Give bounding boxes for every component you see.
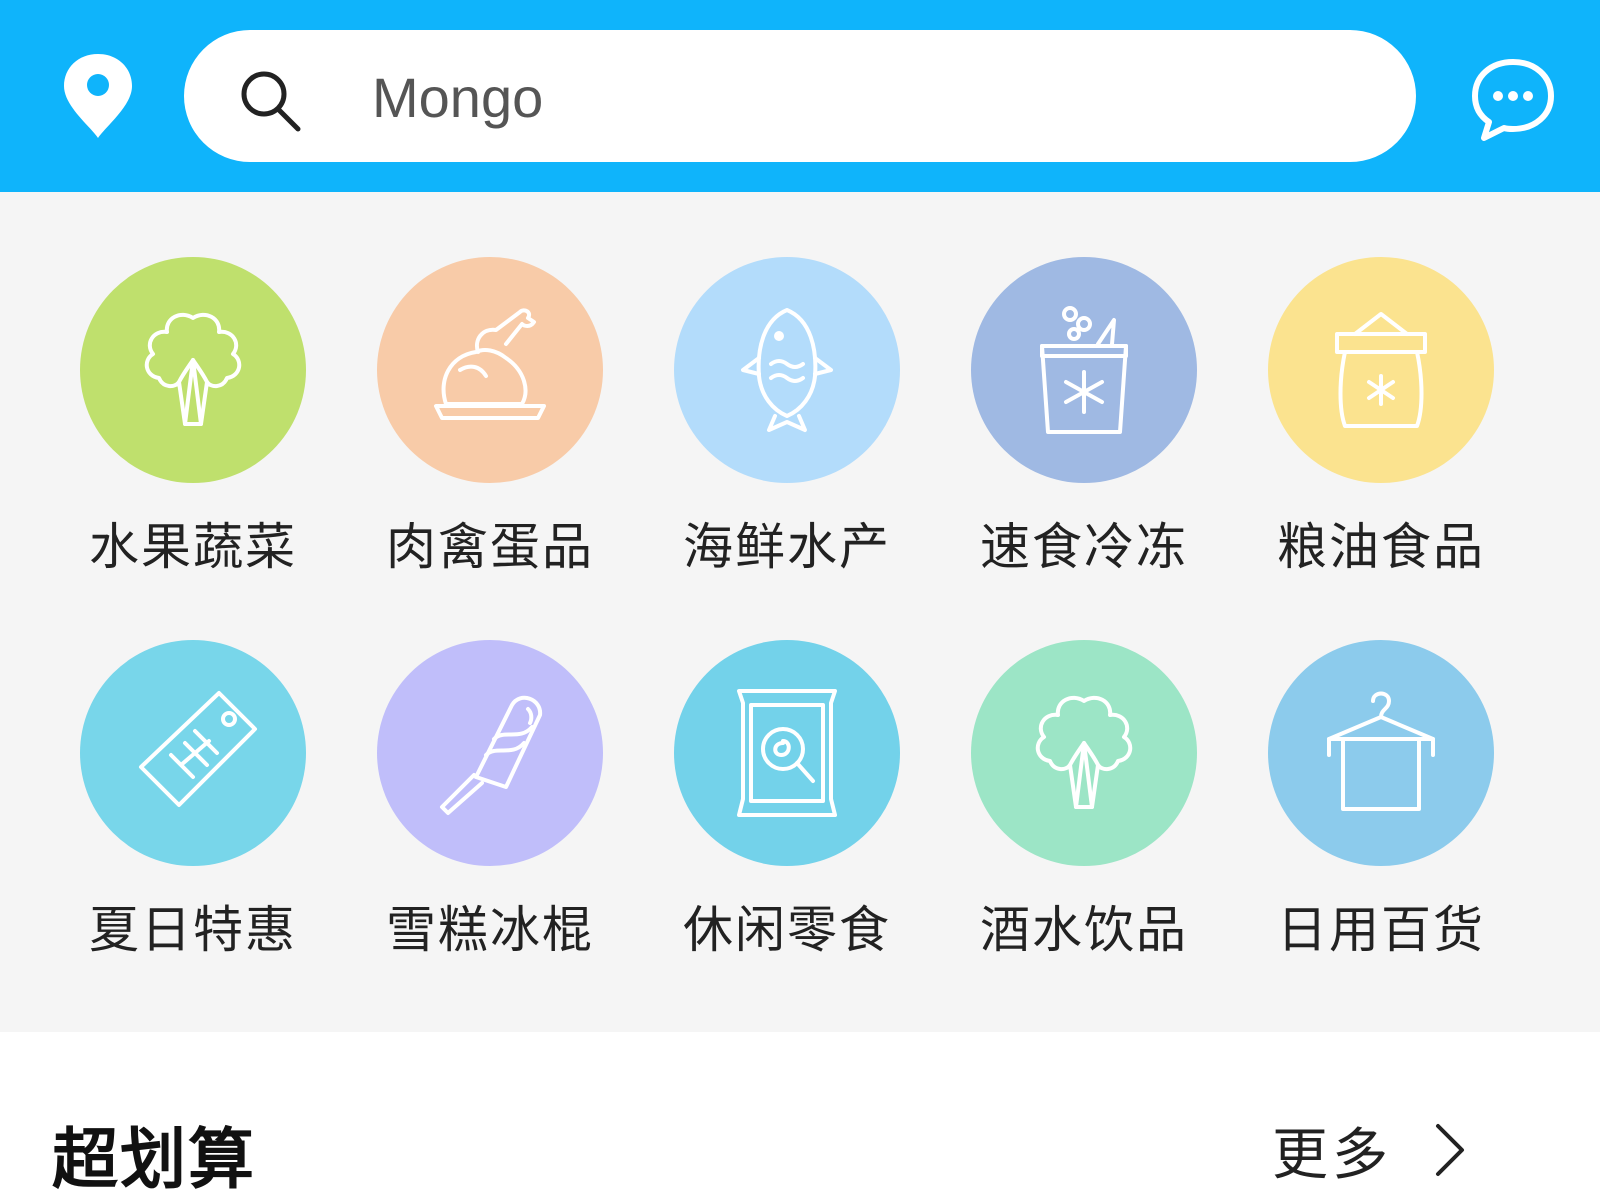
category-label: 雪糕冰棍 (386, 901, 594, 959)
category-icon-circle (674, 640, 900, 866)
top-bar (0, 0, 1600, 192)
category-icon-circle (377, 640, 603, 866)
category-meat-eggs[interactable]: 肉禽蛋品 (337, 257, 637, 597)
category-label: 休闲零食 (683, 901, 891, 959)
message-button[interactable] (1468, 54, 1558, 144)
category-vegetables[interactable]: 水果蔬菜 (40, 257, 340, 597)
category-frozen-food[interactable]: 速食冷冻 (931, 257, 1231, 597)
search-input[interactable] (370, 56, 1334, 138)
snack-bag-icon (737, 689, 837, 817)
location-pin-icon (64, 54, 132, 138)
category-label: 肉禽蛋品 (386, 518, 594, 576)
category-icon-circle (377, 257, 603, 483)
category-label: 酒水饮品 (980, 901, 1188, 959)
category-icon-circle (80, 640, 306, 866)
deals-section-header: 超划算 更多 (0, 1032, 1600, 1199)
ice-pop-icon (440, 695, 543, 815)
drink-icon (1035, 695, 1133, 809)
category-grain-oil[interactable]: 粮油食品 (1228, 257, 1528, 597)
location-button[interactable] (60, 52, 136, 140)
frozen-food-icon (1040, 306, 1128, 434)
section-title: 超划算 (52, 1121, 256, 1198)
roast-chicken-icon (434, 308, 546, 420)
vegetable-icon (144, 312, 242, 426)
more-label: 更多 (1272, 1122, 1392, 1188)
category-drinks[interactable]: 酒水饮品 (931, 640, 1231, 980)
category-label: 水果蔬菜 (89, 518, 297, 576)
category-label: 海鲜水产 (683, 518, 891, 576)
category-daily-goods[interactable]: 日用百货 (1228, 640, 1528, 980)
category-label: 日用百货 (1277, 901, 1485, 959)
category-label: 粮油食品 (1277, 518, 1485, 576)
category-icon-circle (1268, 640, 1494, 866)
category-seafood[interactable]: 海鲜水产 (634, 257, 934, 597)
search-bar[interactable] (184, 30, 1416, 162)
category-icon-circle (80, 257, 306, 483)
rice-sack-icon (1335, 312, 1427, 428)
category-icon-circle (1268, 257, 1494, 483)
category-snacks[interactable]: 休闲零食 (634, 640, 934, 980)
search-icon (241, 71, 301, 132)
category-grid: 水果蔬菜 肉禽蛋品 海鲜水产 速食冷冻 粮油食品 夏日特惠 雪糕冰棍 休闲零食 … (0, 192, 1600, 1032)
category-icon-circle (971, 640, 1197, 866)
hanger-icon (1327, 691, 1435, 811)
category-ice-pops[interactable]: 雪糕冰棍 (337, 640, 637, 980)
category-label: 夏日特惠 (89, 901, 297, 959)
more-link[interactable]: 更多 (1272, 1110, 1470, 1190)
price-tag-icon (139, 691, 257, 807)
chat-bubble-icon (1472, 59, 1554, 141)
category-summer-deals[interactable]: 夏日特惠 (40, 640, 340, 980)
category-label: 速食冷冻 (980, 518, 1188, 576)
fish-icon (741, 308, 833, 432)
category-icon-circle (971, 257, 1197, 483)
category-icon-circle (674, 257, 900, 483)
chevron-right-icon (1436, 1124, 1464, 1176)
